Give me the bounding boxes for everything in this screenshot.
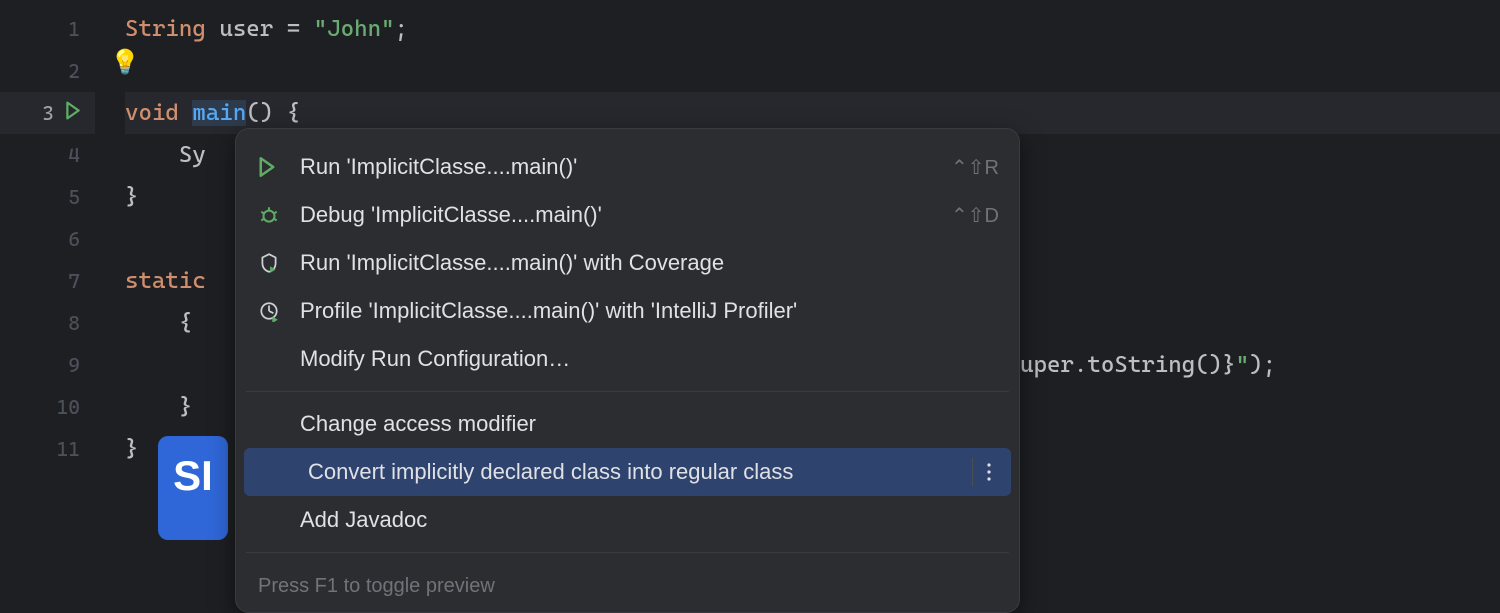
- debug-icon: [258, 204, 294, 226]
- separator: [246, 391, 1009, 392]
- popup-hint: Press F1 to toggle preview: [236, 561, 1019, 612]
- code-line: [125, 50, 1500, 92]
- shortcut: ⌃⇧D: [951, 203, 999, 228]
- coverage-icon: [258, 252, 294, 274]
- gutter-line[interactable]: 8: [0, 302, 95, 344]
- gutter-line[interactable]: 6: [0, 218, 95, 260]
- gutter-line[interactable]: 11: [0, 428, 95, 470]
- lightbulb-icon[interactable]: 💡: [110, 48, 140, 76]
- gutter-line[interactable]: 1: [0, 8, 95, 50]
- menu-item-run[interactable]: Run 'ImplicitClasse....main()' ⌃⇧R: [236, 143, 1019, 191]
- menu-item-coverage[interactable]: Run 'ImplicitClasse....main()' with Cove…: [236, 239, 1019, 287]
- shortcut: ⌃⇧R: [951, 155, 999, 180]
- gutter-line[interactable]: 5: [0, 176, 95, 218]
- menu-item-convert-class[interactable]: Convert implicitly declared class into r…: [244, 448, 1011, 496]
- separator: [246, 552, 1009, 553]
- gutter: 1 2 3 4 5 6 7 8 9 10 11: [0, 0, 95, 600]
- gutter-line[interactable]: 10: [0, 386, 95, 428]
- gutter-line[interactable]: 7: [0, 260, 95, 302]
- menu-item-change-access[interactable]: Change access modifier: [236, 400, 1019, 448]
- gutter-line[interactable]: 9: [0, 344, 95, 386]
- run-gutter-icon[interactable]: [65, 101, 81, 126]
- menu-item-debug[interactable]: Debug 'ImplicitClasse....main()' ⌃⇧D: [236, 191, 1019, 239]
- menu-item-modify-run-config[interactable]: Modify Run Configuration…: [236, 335, 1019, 383]
- run-icon: [258, 157, 294, 177]
- gutter-line-active[interactable]: 3: [0, 92, 95, 134]
- code-line: String user = "John";: [125, 8, 1500, 50]
- profile-icon: [258, 300, 294, 322]
- more-icon[interactable]: [972, 458, 991, 486]
- menu-item-profile[interactable]: Profile 'ImplicitClasse....main()' with …: [236, 287, 1019, 335]
- menu-item-add-javadoc[interactable]: Add Javadoc: [236, 496, 1019, 544]
- inlay-badge: SI: [158, 436, 228, 540]
- context-menu: Run 'ImplicitClasse....main()' ⌃⇧R Debug…: [235, 128, 1020, 613]
- gutter-line[interactable]: 2: [0, 50, 95, 92]
- gutter-line[interactable]: 4: [0, 134, 95, 176]
